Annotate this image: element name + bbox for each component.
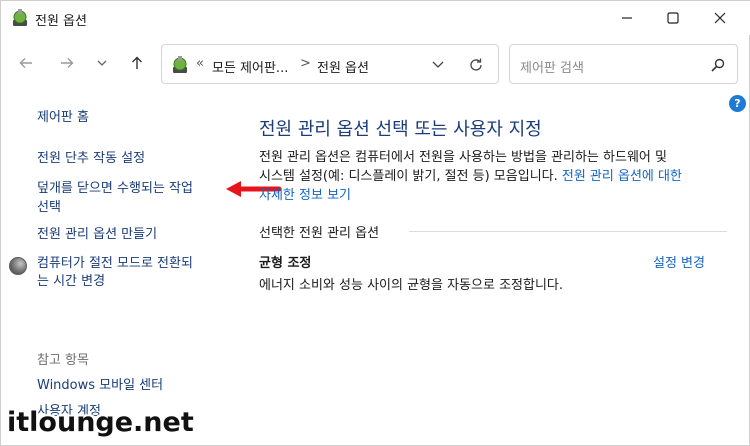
moon-icon	[9, 257, 27, 275]
more-info-link[interactable]: 자세한 정보 보기	[259, 186, 729, 205]
search-box[interactable]: 제어판 검색	[509, 44, 738, 84]
arrow-left-icon	[19, 58, 32, 68]
refresh-button[interactable]	[466, 55, 486, 75]
selected-plan-section-label: 선택한 전원 관리 옵션	[259, 226, 380, 241]
breadcrumb-overflow[interactable]: «	[196, 56, 204, 71]
chevron-down-icon	[97, 60, 107, 66]
description-line-1: 전원 관리 옵션은 컴퓨터에서 전원을 사용하는 방법을 관리하는 하드웨어 및	[259, 150, 667, 165]
maximize-icon	[667, 12, 679, 24]
address-bar[interactable]: « 모든 제어판... > 전원 옵션	[161, 44, 499, 84]
chevron-down-icon	[432, 61, 444, 68]
close-icon	[714, 12, 726, 24]
breadcrumb-separator[interactable]: >	[300, 56, 311, 71]
back-button[interactable]	[14, 51, 38, 75]
breadcrumb-all-control-panel[interactable]: 모든 제어판...	[212, 57, 288, 76]
control-panel-window: 전원 옵션 « 모든 제어판... > 전원 옵션 제어판 검색 ? 제어판 홈…	[0, 0, 750, 446]
sidebar-link-lid-close-action[interactable]: 덮개를 닫으면 수행되는 작업	[37, 179, 193, 199]
sidebar-link-sleep-time[interactable]: 컴퓨터가 절전 모드로 전환되	[37, 254, 193, 274]
sidebar-link-sleep-time-cont[interactable]: 는 시간 변경	[37, 272, 105, 292]
minimize-button[interactable]	[604, 1, 650, 35]
navigation-bar: « 모든 제어판... > 전원 옵션 제어판 검색	[1, 35, 750, 91]
power-options-location-icon	[173, 56, 187, 73]
recent-locations-button[interactable]	[90, 51, 114, 75]
power-plan-info-link[interactable]: 전원 관리 옵션에 대한	[562, 169, 682, 184]
change-plan-settings-link[interactable]: 설정 변경	[653, 252, 705, 271]
description-text: 시스템 설정(예: 디스플레이 밝기, 절전 등) 모음입니다.	[259, 169, 562, 184]
search-icon[interactable]	[710, 57, 726, 73]
maximize-button[interactable]	[650, 1, 696, 35]
page-title: 전원 관리 옵션 선택 또는 사용자 지정	[259, 119, 542, 140]
arrow-up-icon	[132, 56, 142, 69]
up-button[interactable]	[125, 51, 149, 75]
site-watermark: itlounge.net	[7, 407, 194, 438]
plan-name-balanced: 균형 조정	[259, 256, 312, 271]
title-bar[interactable]: 전원 옵션	[1, 1, 750, 35]
minimize-icon	[622, 17, 632, 19]
address-history-dropdown[interactable]	[428, 56, 448, 74]
forward-button[interactable]	[55, 51, 79, 75]
refresh-icon	[470, 58, 482, 71]
arrow-right-icon	[61, 58, 74, 68]
sidebar-link-lid-close-action-cont[interactable]: 선택	[37, 198, 61, 218]
section-divider	[409, 231, 727, 232]
sidebar-link-create-power-plan[interactable]: 전원 관리 옵션 만들기	[37, 225, 157, 245]
help-icon[interactable]: ?	[729, 95, 746, 112]
sidebar-link-power-button-settings[interactable]: 전원 단추 작동 설정	[37, 149, 145, 169]
sidebar-link-control-panel-home[interactable]: 제어판 홈	[37, 108, 89, 128]
search-input[interactable]: 제어판 검색	[520, 57, 584, 76]
power-options-app-icon	[13, 9, 27, 26]
sidebar-link-windows-mobility-center[interactable]: Windows 모바일 센터	[37, 376, 163, 396]
see-also-heading: 참고 항목	[37, 353, 89, 368]
window-title: 전원 옵션	[35, 14, 87, 29]
plan-description: 에너지 소비와 성능 사이의 균형을 자동으로 조정합니다.	[259, 278, 564, 293]
description-line-2: 시스템 설정(예: 디스플레이 밝기, 절전 등) 모음입니다. 전원 관리 옵…	[259, 167, 729, 186]
breadcrumb-power-options[interactable]: 전원 옵션	[317, 57, 369, 76]
close-button[interactable]	[697, 1, 743, 35]
page-description: 전원 관리 옵션은 컴퓨터에서 전원을 사용하는 방법을 관리하는 하드웨어 및…	[259, 148, 729, 205]
